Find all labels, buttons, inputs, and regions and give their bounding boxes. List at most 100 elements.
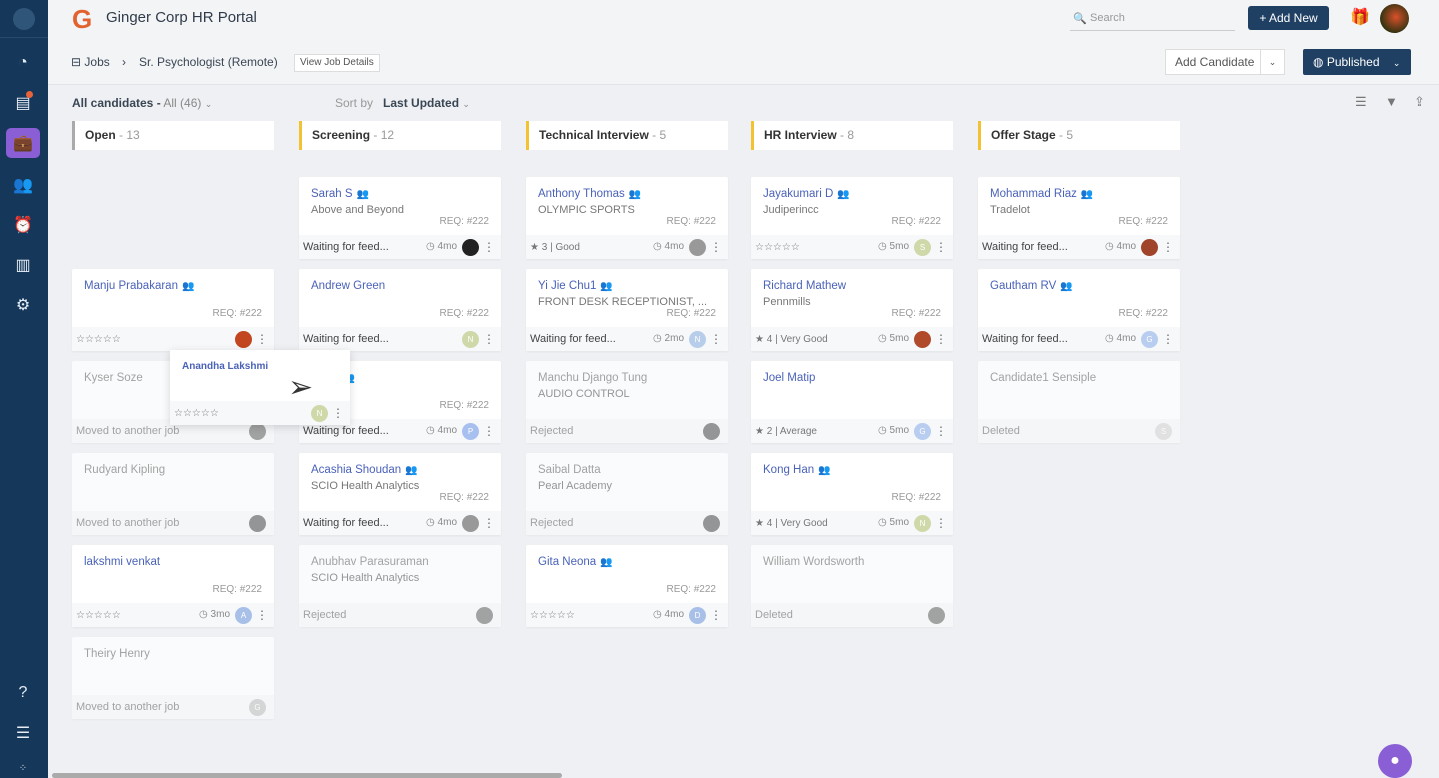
candidate-card[interactable]: Gita Neona 👥 REQ: #222 ☆☆☆☆☆ ◷ 4mo D ⋮ (526, 545, 728, 627)
reports-icon[interactable]: ▥ (6, 250, 40, 280)
clock-icon: ◷ (1105, 241, 1117, 252)
candidate-filter[interactable]: All candidates - All (46) ⌄ (72, 96, 212, 110)
settings-icon[interactable]: ⚙ (6, 290, 40, 320)
candidate-card[interactable]: Rudyard Kipling Moved to another job (72, 453, 274, 535)
candidate-card[interactable]: Theiry Henry Moved to another job G (72, 637, 274, 719)
candidate-card[interactable]: Yi Jie Chu1 👥 FRONT DESK RECEPTIONIST, ...… (526, 269, 728, 351)
published-button[interactable]: ◍ Published ⌄ (1303, 49, 1411, 75)
candidate-name[interactable]: Gautham RV 👥 (990, 280, 1073, 292)
column-count: - 5 (652, 128, 667, 142)
more-icon[interactable]: ⋮ (710, 327, 722, 351)
status-text: Rejected (530, 517, 574, 529)
candidate-card[interactable]: Manju Prabakaran 👥 REQ: #222 ☆☆☆☆☆ ⋮ (72, 269, 274, 351)
more-icon[interactable]: ⋮ (256, 327, 268, 351)
time-ago: ◷ 4mo (653, 603, 684, 627)
candidate-name[interactable]: lakshmi venkat (84, 556, 160, 568)
export-icon[interactable]: ⇪ (1414, 94, 1425, 110)
alarm-icon[interactable]: ⏰ (6, 210, 40, 240)
candidate-card[interactable]: Jayakumari D 👥 Judiperincc REQ: #222 ☆☆☆☆☆ ◷ … (751, 177, 953, 259)
candidate-card[interactable]: Manchu Django Tung AUDIO CONTROL Rejected (526, 361, 728, 443)
candidate-card[interactable]: Sarah S 👥 Above and Beyond REQ: #222 Waiting… (299, 177, 501, 259)
more-icon[interactable]: ⋮ (935, 235, 947, 259)
jobs-icon[interactable]: 💼 (6, 128, 40, 158)
add-new-button[interactable]: + Add New (1248, 6, 1329, 30)
candidate-name[interactable]: Acashia Shoudan 👥 (311, 464, 418, 476)
support-chat-button[interactable]: ● (1378, 744, 1412, 778)
more-icon[interactable]: ⋮ (483, 327, 495, 351)
apps-icon[interactable]: ⁘ (6, 758, 40, 778)
candidate-name-text: Richard Mathew (763, 280, 847, 292)
chat-icon[interactable]: ☰ (6, 718, 40, 748)
chevron-down-icon[interactable]: ⌄ (1260, 50, 1284, 74)
user-avatar[interactable] (1380, 4, 1409, 33)
candidate-card[interactable]: Richard Mathew Pennmills REQ: #222 ★ 4 | Ve… (751, 269, 953, 351)
candidate-name[interactable]: Gita Neona 👥 (538, 556, 613, 568)
horizontal-scrollbar[interactable] (52, 773, 562, 778)
more-icon[interactable]: ⋮ (710, 235, 722, 259)
status-text: Waiting for feed... (303, 333, 389, 345)
breadcrumb-jobs[interactable]: ⊟ Jobs (71, 55, 110, 69)
candidate-name[interactable]: Yi Jie Chu1 👥 (538, 280, 613, 292)
candidate-name[interactable]: Mohammad Riaz 👥 (990, 188, 1093, 200)
more-icon[interactable]: ⋮ (935, 419, 947, 443)
candidate-card[interactable]: Acashia Shoudan 👥 SCIO Health Analytics REQ… (299, 453, 501, 535)
candidate-card[interactable]: Saibal Datta Pearl Academy Rejected (526, 453, 728, 535)
search-input[interactable]: 🔍 Search (1070, 9, 1235, 31)
time-value: 4mo (664, 609, 684, 620)
candidate-name[interactable]: Rudyard Kipling (84, 464, 165, 476)
avatar (1141, 239, 1158, 256)
candidate-card[interactable]: Candidate1 Sensiple Deleted S (978, 361, 1180, 443)
candidate-name[interactable]: Theiry Henry (84, 648, 150, 660)
more-icon[interactable]: ⋮ (1162, 235, 1174, 259)
gift-icon[interactable]: 🎁 (1350, 7, 1370, 27)
candidate-card[interactable]: Mohammad Riaz 👥 Tradelot REQ: #222 Waiting f… (978, 177, 1180, 259)
status-text: Waiting for feed... (303, 517, 389, 529)
candidate-card[interactable]: Anubhav Parasuraman SCIO Health Analytics… (299, 545, 501, 627)
more-icon[interactable]: ⋮ (332, 401, 344, 425)
more-icon[interactable]: ⋮ (935, 511, 947, 535)
filter-icon[interactable]: ▼ (1385, 94, 1398, 109)
more-icon[interactable]: ⋮ (483, 511, 495, 535)
more-icon[interactable]: ⋮ (935, 327, 947, 351)
more-icon[interactable]: ⋮ (710, 603, 722, 627)
candidate-card[interactable]: lakshmi venkat REQ: #222 ☆☆☆☆☆ ◷ 3mo A ⋮ (72, 545, 274, 627)
candidate-name[interactable]: Candidate1 Sensiple (990, 372, 1096, 384)
candidate-name[interactable]: Kyser Soze (84, 372, 143, 384)
avatar: P (462, 423, 479, 440)
candidate-name[interactable]: Jayakumari D 👥 (763, 188, 850, 200)
add-candidate-button[interactable]: Add Candidate ⌄ (1165, 49, 1285, 75)
candidate-name[interactable]: Andrew Green (311, 280, 385, 292)
list-view-icon[interactable]: ☰ (1355, 94, 1367, 110)
candidate-name[interactable]: Sarah S 👥 (311, 188, 369, 200)
more-icon[interactable]: ⋮ (483, 419, 495, 443)
sort-dropdown[interactable]: Sort by Last Updated ⌄ (335, 96, 470, 110)
candidate-card[interactable]: Andrew Green REQ: #222 Waiting for feed...… (299, 269, 501, 351)
candidate-name[interactable]: Joel Matip (763, 372, 815, 384)
candidate-card[interactable]: Kong Han 👥 REQ: #222 ★ 4 | Very Good ◷ 5mo N ⋮ (751, 453, 953, 535)
org-avatar[interactable] (13, 7, 35, 30)
help-icon[interactable]: ? (6, 678, 40, 708)
card-footer: ★ 4 | Very Good ◷ 5mo ⋮ (751, 327, 953, 351)
candidate-name[interactable]: Kong Han 👥 (763, 464, 831, 476)
dragged-card[interactable]: Anandha Lakshmi ☆☆☆☆☆ N ⋮ ➢ (170, 350, 350, 425)
candidates-icon[interactable]: 👥 (6, 170, 40, 200)
time-ago: ◷ 5mo (878, 327, 909, 351)
more-icon[interactable]: ⋮ (483, 235, 495, 259)
candidate-name[interactable]: Manju Prabakaran 👥 (84, 280, 194, 292)
more-icon[interactable]: ⋮ (1162, 327, 1174, 351)
candidate-card[interactable]: Anthony Thomas 👥 OLYMPIC SPORTS REQ: #222 ★ … (526, 177, 728, 259)
candidate-name[interactable]: Saibal Datta (538, 464, 601, 476)
candidate-name[interactable]: Anubhav Parasuraman (311, 556, 429, 568)
candidate-card[interactable]: William Wordsworth Deleted (751, 545, 953, 627)
candidate-card[interactable]: Gautham RV 👥 REQ: #222 Waiting for feed... ◷… (978, 269, 1180, 351)
candidate-card[interactable]: Joel Matip ★ 2 | Average ◷ 5mo G ⋮ (751, 361, 953, 443)
candidate-name[interactable]: William Wordsworth (763, 556, 864, 568)
more-icon[interactable]: ⋮ (256, 603, 268, 627)
tasks-icon[interactable]: ▤ (6, 88, 40, 118)
candidate-name[interactable]: Anthony Thomas 👥 (538, 188, 641, 200)
candidate-name[interactable]: Richard Mathew (763, 280, 846, 292)
avatar-initial: D (694, 611, 701, 620)
dashboard-icon[interactable]: ◔ (6, 48, 40, 78)
view-job-details-button[interactable]: View Job Details (294, 54, 380, 72)
candidate-name[interactable]: Manchu Django Tung (538, 372, 647, 384)
